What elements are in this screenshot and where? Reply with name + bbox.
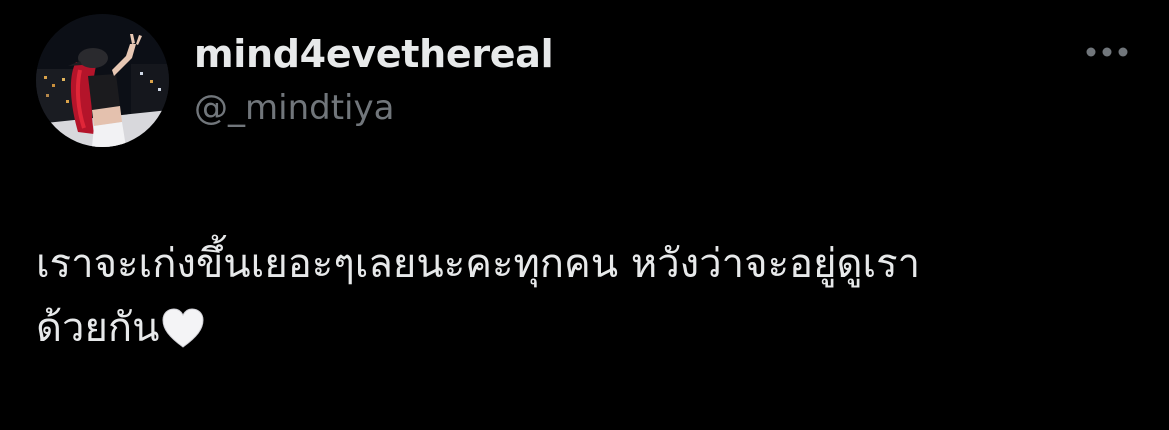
tweet-text-line-2: ด้วยกัน — [36, 296, 1136, 368]
tweet-text-line-2-content: ด้วยกัน — [36, 305, 160, 351]
avatar-photo — [36, 14, 169, 147]
display-name[interactable]: mind4evethereal — [194, 30, 554, 78]
white-heart-icon — [161, 304, 205, 368]
tweet: mind4evethereal @_mindtiya เราจะเก่งขึ้น… — [0, 0, 1169, 430]
more-button[interactable] — [1080, 30, 1134, 74]
tweet-text-line-1: เราจะเก่งขึ้นเยอะๆเลยนะคะทุกคน หวังว่าจะ… — [36, 241, 921, 287]
user-info: mind4evethereal @_mindtiya — [194, 30, 554, 130]
avatar[interactable] — [36, 14, 169, 147]
user-handle[interactable]: @_mindtiya — [194, 86, 553, 130]
more-horizontal-icon — [1086, 47, 1128, 57]
tweet-text: เราจะเก่งขึ้นเยอะๆเลยนะคะทุกคน หวังว่าจะ… — [36, 232, 1136, 368]
